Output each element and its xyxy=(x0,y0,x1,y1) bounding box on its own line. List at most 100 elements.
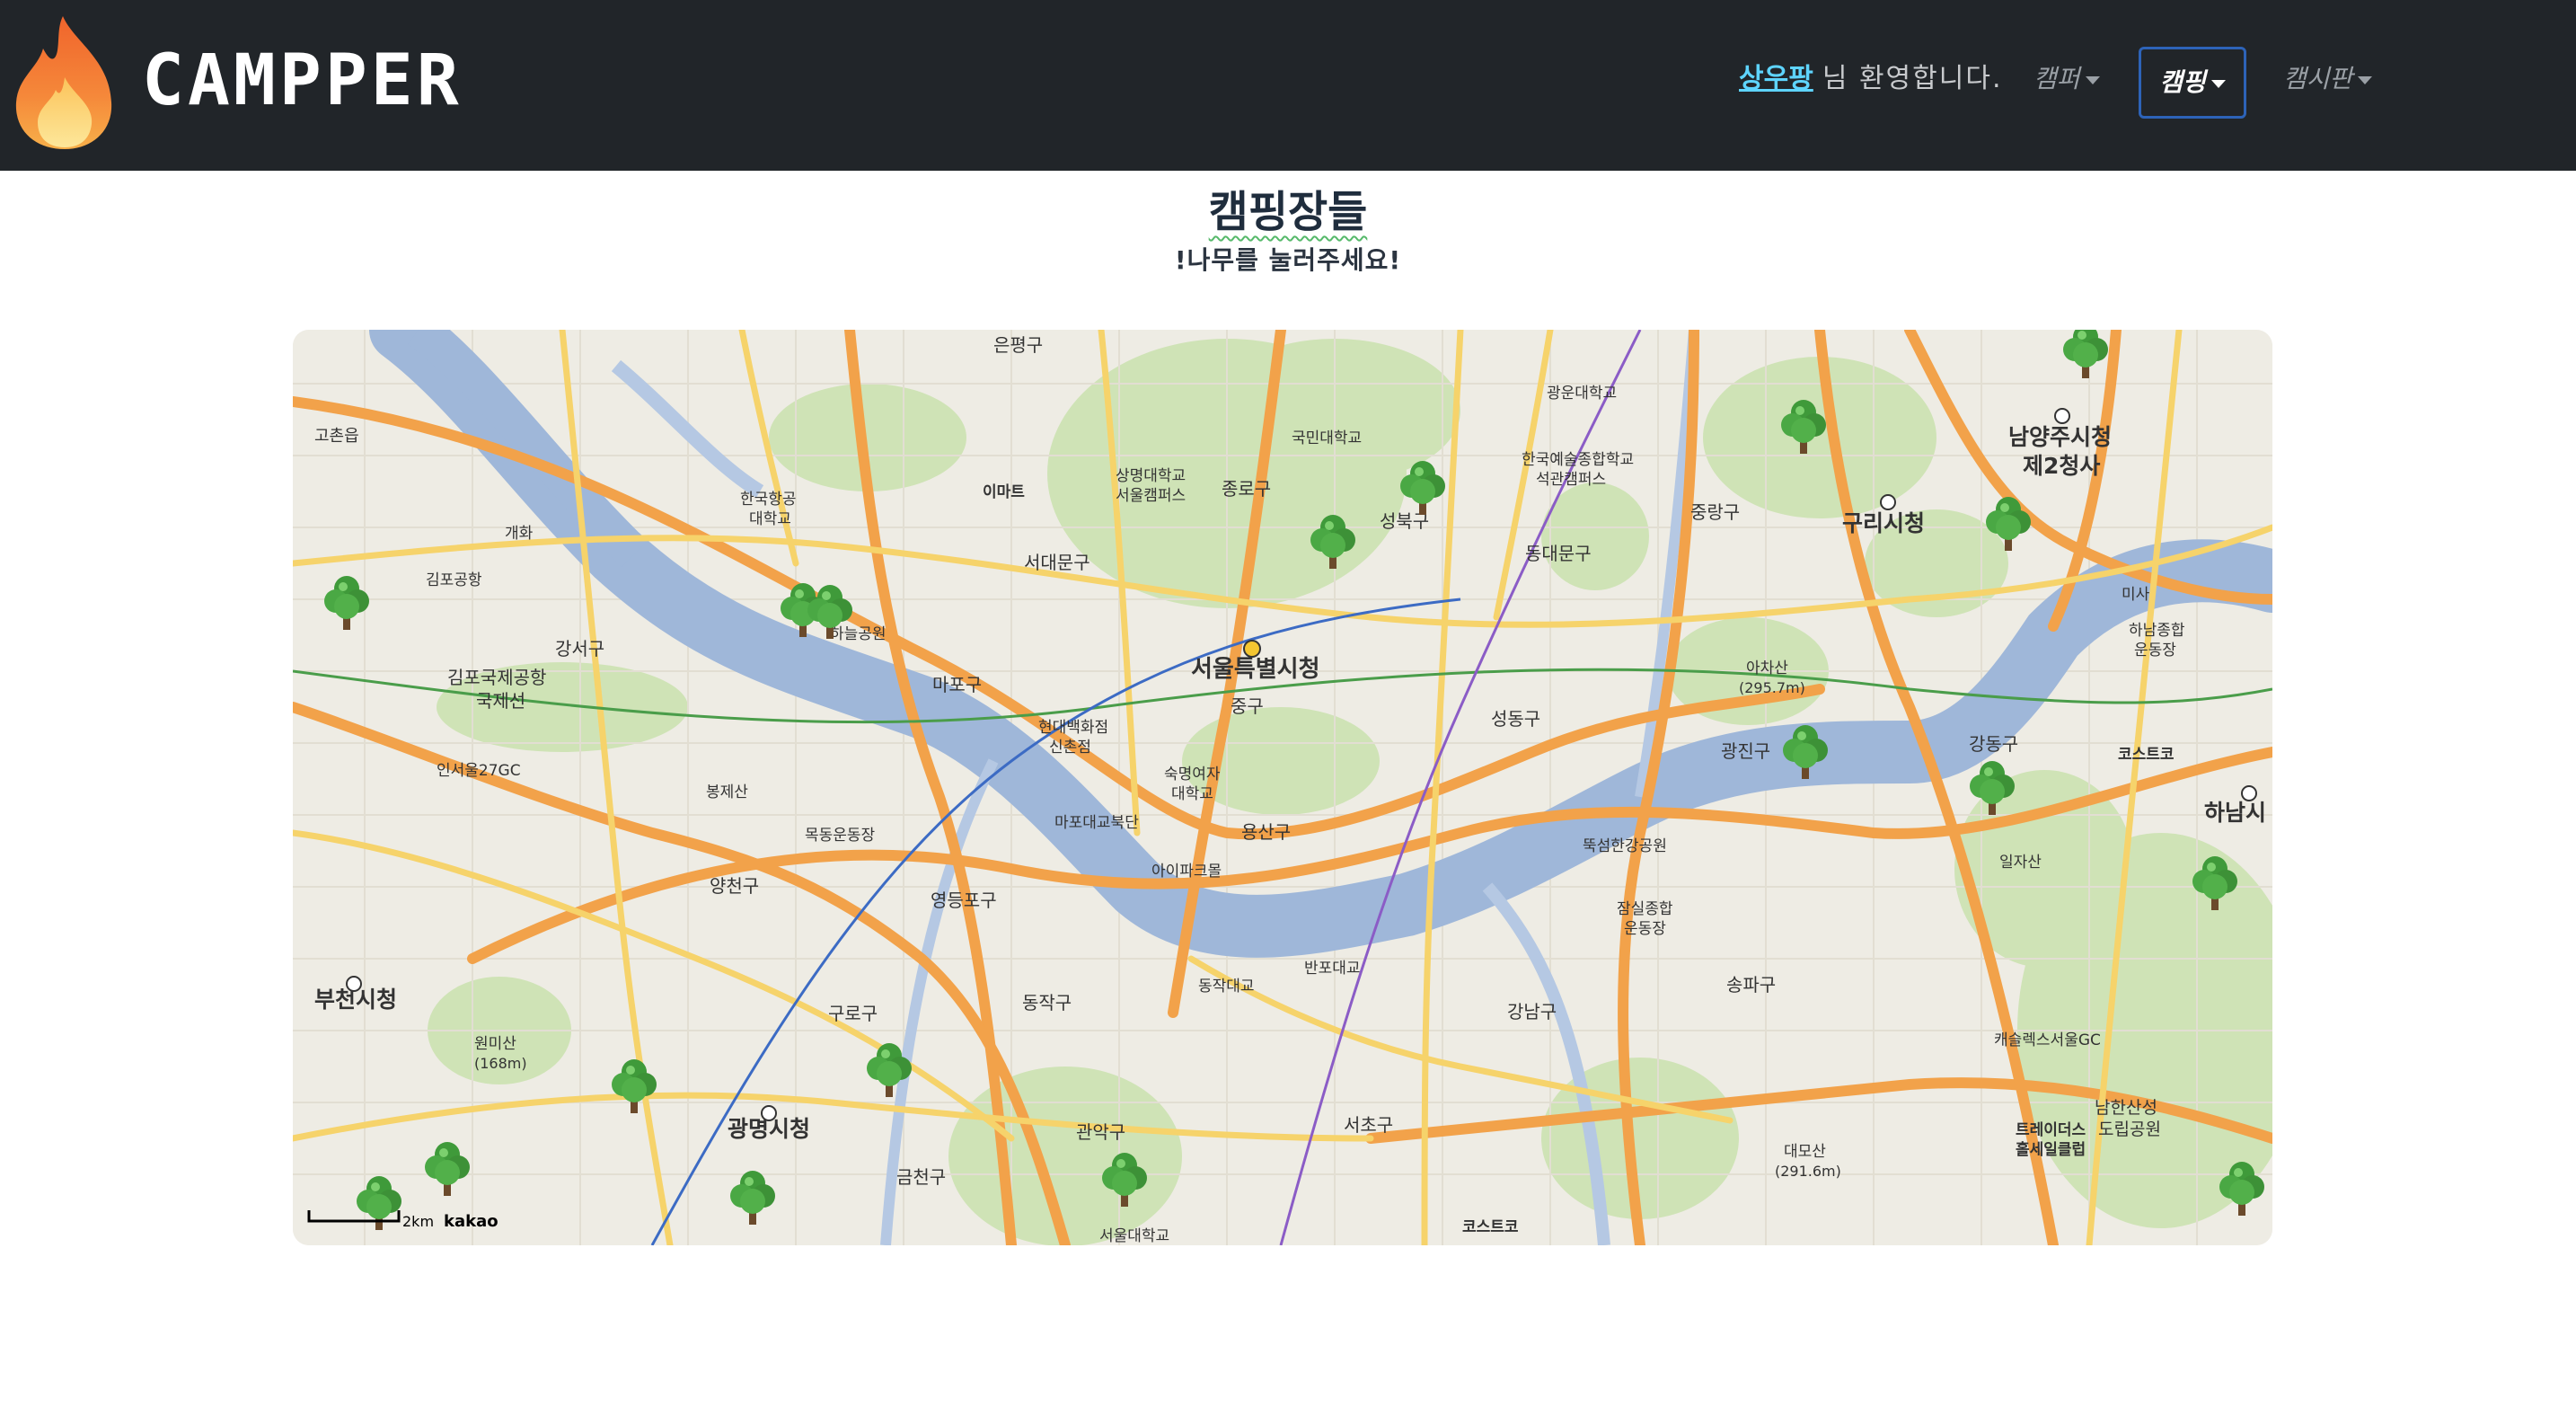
map-label: 일자산 xyxy=(1999,854,2042,872)
map-label: 원미산 xyxy=(474,1035,516,1053)
map-label: 남양주시청 xyxy=(2008,424,2112,450)
map-label: 코스트코 xyxy=(2118,746,2175,764)
map-label: 목동운동장 xyxy=(805,827,876,845)
map-label: 대학교 xyxy=(1171,785,1213,803)
user-name-link[interactable]: 상우팡 xyxy=(1739,63,1813,94)
map-label: 종로구 xyxy=(1222,478,1271,500)
map-label: 김포공항 xyxy=(426,571,482,589)
map-label: (168m) xyxy=(474,1055,527,1072)
map-label: 서울캠퍼스 xyxy=(1116,487,1186,505)
map-label: 구로구 xyxy=(828,1003,878,1024)
scale-label: 2km xyxy=(402,1213,434,1230)
nav-menu-board-label: 캠시판 xyxy=(2283,64,2353,93)
map-label: 신촌점 xyxy=(1049,739,1091,757)
map-label: 한국항공 xyxy=(740,491,797,509)
map-label: 아차산 xyxy=(1746,659,1788,677)
page-title: 캠핑장들 xyxy=(1208,187,1368,237)
map-label: 금천구 xyxy=(896,1166,946,1188)
welcome-text: 상우팡 님 환영합니다. xyxy=(1739,59,2003,99)
welcome-suffix: 님 환영합니다. xyxy=(1822,63,2003,94)
map-label: 광운대학교 xyxy=(1547,385,1617,403)
city-hall-dot xyxy=(761,1105,777,1121)
nav-menu-camping-label: 캠핑 xyxy=(2159,67,2206,97)
map-label: 아이파크몰 xyxy=(1151,863,1222,881)
flame-icon[interactable] xyxy=(11,14,117,151)
nav-menu-camper[interactable]: 캠퍼 xyxy=(2033,59,2100,99)
map-canvas[interactable]: 서울특별시청 구리시청 남양주시청 제2청사 부천시청 광명시청 하남시 김포국… xyxy=(293,330,2272,1245)
nav-menu-camping-inner[interactable]: 캠핑 xyxy=(2141,49,2244,116)
map-label: 홀세일클럽 xyxy=(2016,1140,2086,1159)
map-label: 캐슬렉스서울GC xyxy=(1994,1031,2101,1049)
city-hall-dot xyxy=(1243,640,1261,658)
city-hall-dot xyxy=(1880,494,1896,510)
map-label: 뚝섬한강공원 xyxy=(1583,837,1667,855)
map-label: 은평구 xyxy=(993,334,1043,356)
map-label: 인서울27GC xyxy=(437,762,521,780)
city-hall-dot xyxy=(346,976,362,992)
map-label: 숙명여자 xyxy=(1164,766,1221,783)
nav-menu-board[interactable]: 캠시판 xyxy=(2283,59,2373,99)
map-label: 고촌읍 xyxy=(314,427,359,446)
map-label: 서울대학교 xyxy=(1099,1227,1169,1245)
map-label: 하남종합 xyxy=(2129,622,2185,640)
map-label: 서초구 xyxy=(1344,1114,1393,1136)
map-label: 트레이더스 xyxy=(2016,1121,2086,1139)
page-subtitle: !나무를 눌러주세요! xyxy=(1174,245,1402,275)
map-label: 동작대교 xyxy=(1198,978,1255,996)
map-label: 운동장 xyxy=(2134,642,2176,659)
campsite-map[interactable]: 서울특별시청 구리시청 남양주시청 제2청사 부천시청 광명시청 하남시 김포국… xyxy=(293,330,2272,1245)
caret-down-icon xyxy=(2085,75,2100,84)
brand-name[interactable]: CAMPPER xyxy=(142,43,463,119)
map-label: 김포국제공항 xyxy=(447,667,546,688)
map-label: 송파구 xyxy=(1726,974,1776,996)
map-label: 개화 xyxy=(505,525,534,543)
map-label: (291.6m) xyxy=(1775,1163,1841,1180)
map-label: 영등포구 xyxy=(931,890,997,911)
map-label: 국제선 xyxy=(476,690,525,712)
map-label: 중랑구 xyxy=(1690,501,1740,523)
map-label: 동대문구 xyxy=(1525,543,1592,564)
map-label: 한국예술종합학교 xyxy=(1522,451,1634,469)
map-label: 상명대학교 xyxy=(1116,467,1186,485)
map-label: 서울특별시청 xyxy=(1191,656,1320,683)
map-label: 코스트코 xyxy=(1462,1218,1519,1236)
map-label: 광진구 xyxy=(1721,740,1770,762)
map-label: 양천구 xyxy=(710,875,759,897)
map-label: 성동구 xyxy=(1491,708,1540,730)
map-label: 구리시청 xyxy=(1842,510,1925,536)
caret-down-icon xyxy=(2210,79,2226,88)
map-label: 석관캠퍼스 xyxy=(1536,471,1606,489)
map-label: 이마트 xyxy=(983,483,1025,501)
map-label: 마포대교북단 xyxy=(1054,814,1139,832)
map-label: 동작구 xyxy=(1022,992,1072,1013)
city-hall-dot xyxy=(2241,785,2257,801)
map-label: 용산구 xyxy=(1241,821,1291,843)
nav-menu-camping[interactable]: 캠핑 xyxy=(2139,47,2246,119)
map-label: 강남구 xyxy=(1507,1001,1557,1022)
map-label: 미사 xyxy=(2122,586,2150,604)
map-label: 잠실종합 xyxy=(1617,900,1673,918)
map-label: 현대백화점 xyxy=(1038,719,1108,737)
map-label: 서대문구 xyxy=(1024,552,1090,573)
map-label: 반포대교 xyxy=(1304,960,1361,978)
map-label: 하남시 xyxy=(2204,800,2266,826)
kakao-logo: kakao xyxy=(444,1212,498,1231)
navbar: CAMPPER 상우팡 님 환영합니다. 캠퍼 캠핑 캠시판 xyxy=(0,0,2576,171)
map-label: 국민대학교 xyxy=(1292,429,1362,447)
map-label: 관악구 xyxy=(1076,1121,1125,1143)
map-label: 운동장 xyxy=(1624,920,1666,938)
city-hall-dot xyxy=(2054,408,2070,424)
map-label: 강동구 xyxy=(1969,733,2018,755)
map-label: (295.7m) xyxy=(1739,679,1805,696)
map-label: 대학교 xyxy=(749,510,791,528)
caret-down-icon xyxy=(2358,75,2373,84)
nav-menu-camper-label: 캠퍼 xyxy=(2033,64,2080,93)
map-label: 봉제산 xyxy=(706,783,748,801)
map-label: 도립공원 xyxy=(2098,1120,2161,1139)
map-label: 하늘공원 xyxy=(830,625,887,643)
map-label: 강서구 xyxy=(555,638,604,659)
map-label: 대모산 xyxy=(1784,1143,1826,1161)
map-label: 마포구 xyxy=(932,674,982,695)
map-label: 중구 xyxy=(1231,695,1264,717)
map-label: 남한산성 xyxy=(2095,1098,2157,1118)
